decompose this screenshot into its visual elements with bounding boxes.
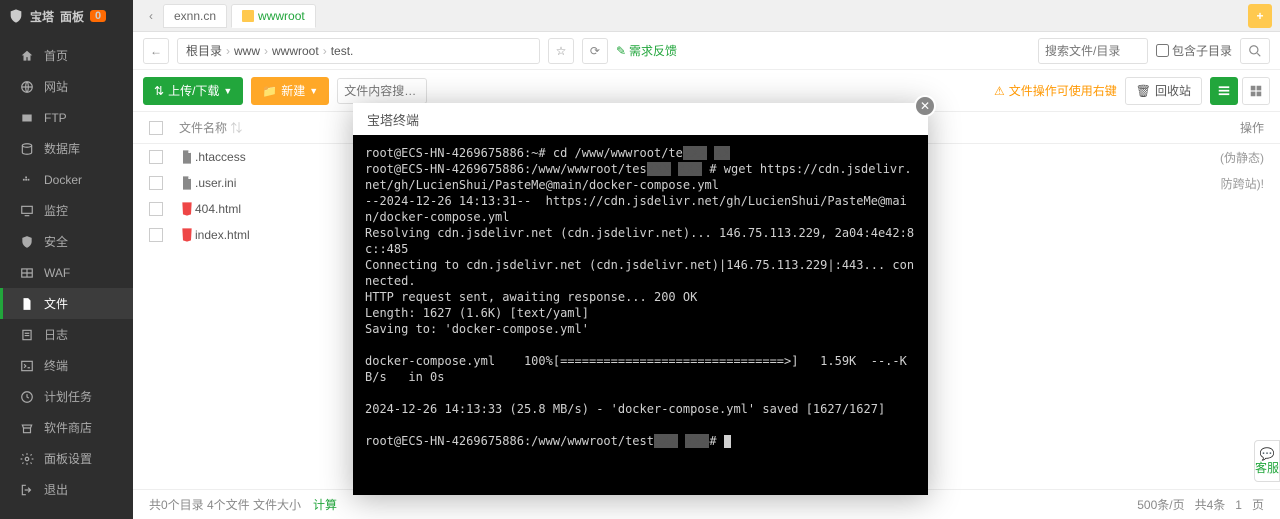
close-icon: ✕ xyxy=(920,99,930,113)
terminal-output[interactable]: root@ECS-HN-4269675886:~# cd /www/wwwroo… xyxy=(353,135,928,495)
close-button[interactable]: ✕ xyxy=(914,95,936,117)
terminal-modal: ✕ 宝塔终端 root@ECS-HN-4269675886:~# cd /www… xyxy=(353,103,928,495)
modal-title: 宝塔终端 xyxy=(353,103,928,135)
